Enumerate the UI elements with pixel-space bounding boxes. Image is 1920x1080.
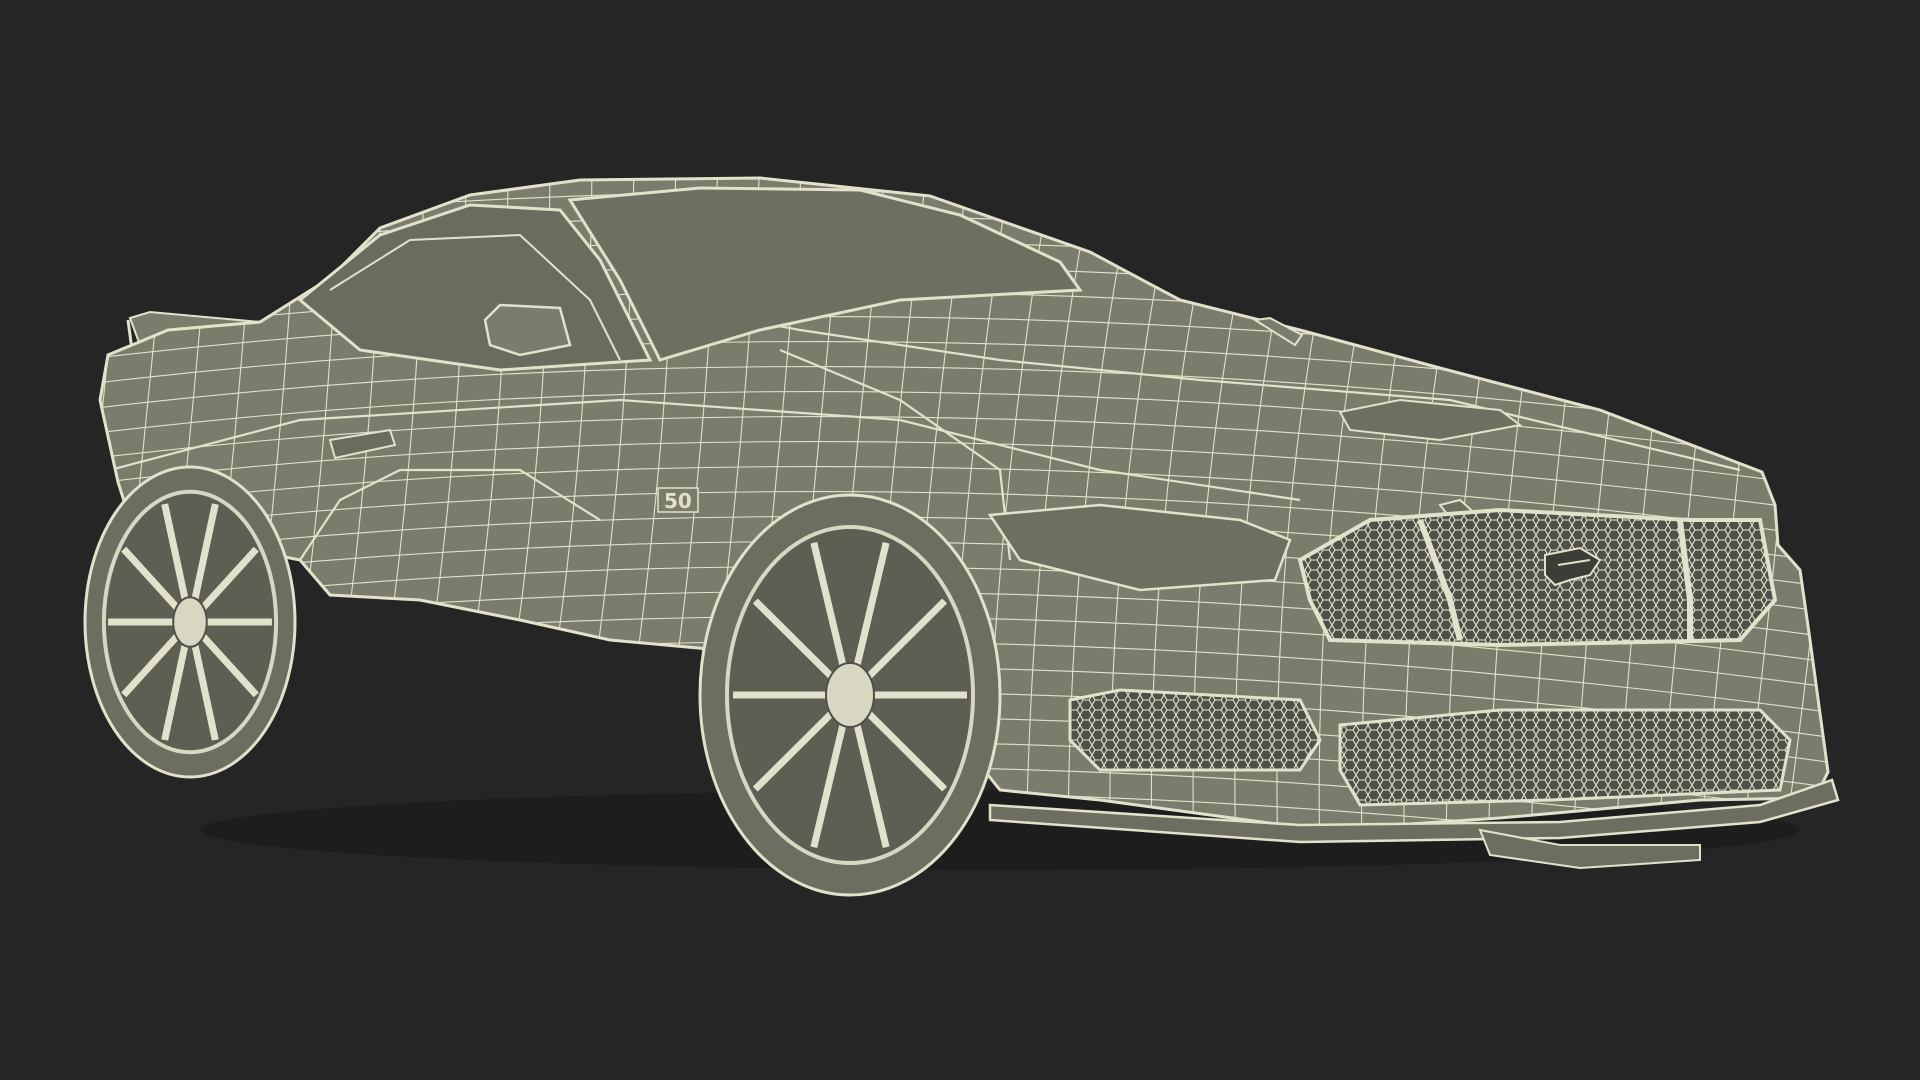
fender-badge-text: 50 [664,489,692,513]
rear-wheel [83,465,297,779]
wheel-hub [825,662,875,728]
front-wheel [698,493,1002,897]
fender-badge: 50 [657,487,699,513]
render-viewport: 50 [0,0,1920,1080]
upper-grille [1297,507,1778,648]
wheel-hub [172,596,208,648]
side-mirror [483,303,572,357]
car-wireframe-illustration: 50 [83,176,1840,897]
